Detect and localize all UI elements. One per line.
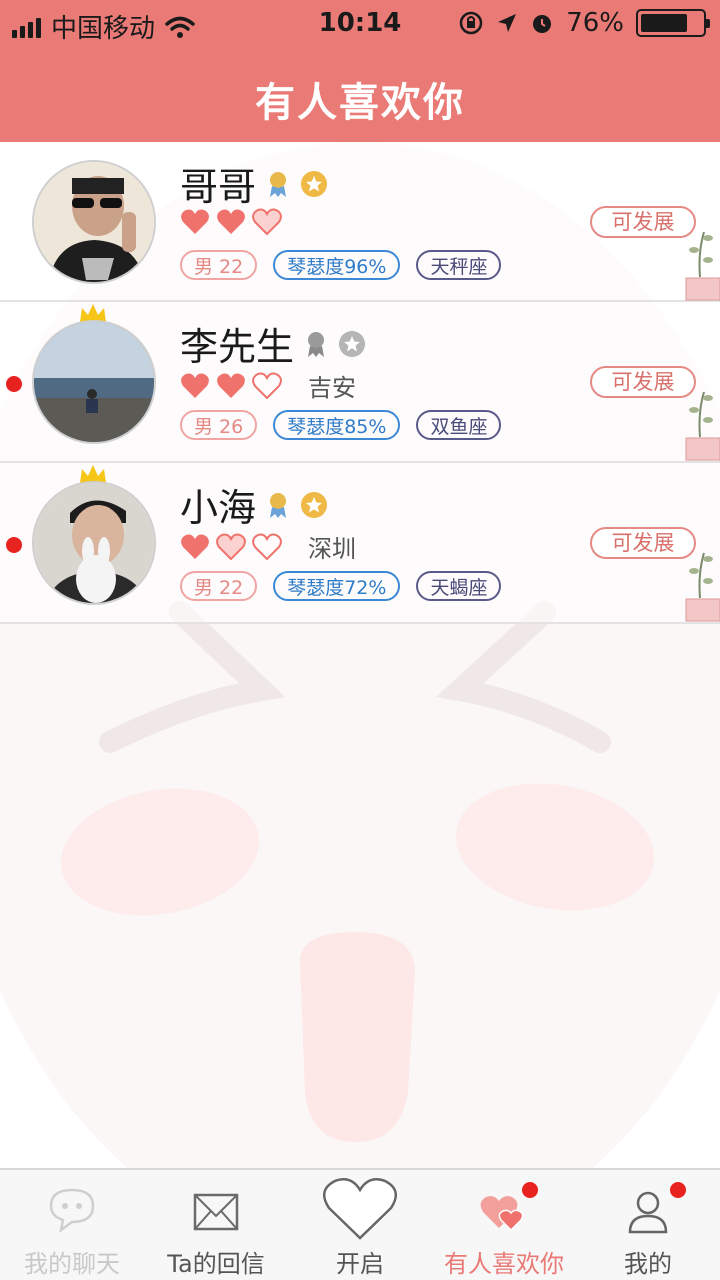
user-name: 李先生 <box>180 325 295 369</box>
medal-icon <box>308 331 325 357</box>
battery-icon <box>636 9 710 37</box>
tab-label: 开启 <box>336 1250 384 1278</box>
unread-dot <box>6 376 22 392</box>
zodiac-tag: 双鱼座 <box>416 410 502 440</box>
battery-percent: 76% <box>566 8 624 38</box>
bottom-tab-bar: 我的聊天 Ta的回信 开启 有人喜欢你 我的 <box>0 1168 720 1280</box>
zodiac-tag: 天秤座 <box>416 250 502 280</box>
heart-full-icon <box>181 373 209 398</box>
heart-rating: 深圳 <box>180 529 356 564</box>
person-icon <box>628 1191 668 1234</box>
chat-bubble-icon <box>49 1188 95 1232</box>
avatar[interactable] <box>32 160 156 284</box>
tab-someone-likes-you[interactable]: 有人喜欢你 <box>432 1170 576 1280</box>
heart-empty-icon <box>252 533 282 560</box>
heart-outline-icon <box>322 1178 398 1240</box>
match-tag: 琴瑟度85% <box>273 410 401 440</box>
heart-rating: 吉安 <box>180 368 356 403</box>
star-badge-icon <box>301 170 328 197</box>
plant-decoration <box>685 552 720 622</box>
list-item[interactable]: 李先生 吉安 男 26 琴瑟度85% 双鱼座 可发展 <box>0 302 720 463</box>
list-item[interactable]: 哥哥 男 22 琴瑟度96% 天秤座 可发展 <box>0 142 720 302</box>
heart-full-icon <box>217 373 245 398</box>
city-label: 深圳 <box>308 535 356 563</box>
envelope-icon <box>193 1193 239 1231</box>
notification-badge <box>670 1182 686 1198</box>
city-label: 吉安 <box>308 374 356 402</box>
tab-label: 我的聊天 <box>24 1250 120 1278</box>
heart-rating <box>180 208 282 236</box>
star-badge-icon <box>339 330 366 357</box>
liker-list: 哥哥 男 22 琴瑟度96% 天秤座 可发展 李先生 吉安 男 26 琴瑟度85… <box>0 142 720 624</box>
heart-full-icon <box>181 534 209 559</box>
double-heart-icon <box>480 1196 524 1232</box>
match-tag: 琴瑟度72% <box>273 571 401 601</box>
heart-empty-icon <box>252 372 282 399</box>
heart-full-icon <box>181 209 209 234</box>
status-bar: 中国移动 10:14 76% <box>0 0 720 46</box>
heart-half-icon <box>252 208 282 236</box>
notification-badge <box>522 1182 538 1198</box>
star-badge-icon <box>301 491 328 518</box>
tab-open[interactable]: 开启 <box>288 1170 432 1280</box>
gender-age-tag: 男 22 <box>180 250 258 280</box>
avatar[interactable] <box>32 481 156 605</box>
page-title: 有人喜欢你 <box>255 80 465 126</box>
list-item[interactable]: 小海 深圳 男 22 琴瑟度72% 天蝎座 可发展 <box>0 463 720 624</box>
medal-icon <box>270 171 287 197</box>
tab-label: Ta的回信 <box>167 1250 265 1278</box>
tab-replies[interactable]: Ta的回信 <box>144 1170 288 1280</box>
rotation-lock-icon <box>459 11 483 35</box>
match-tag: 琴瑟度96% <box>273 250 401 280</box>
battery-fill <box>641 14 687 32</box>
medal-icon <box>270 492 287 518</box>
user-name: 小海 <box>180 486 257 530</box>
gender-age-tag: 男 22 <box>180 571 258 601</box>
tab-me[interactable]: 我的 <box>576 1170 720 1280</box>
top-bar: 中国移动 10:14 76% 有人喜欢你 <box>0 0 720 142</box>
zodiac-tag: 天蝎座 <box>416 571 502 601</box>
gender-age-tag: 男 26 <box>180 410 258 440</box>
tab-my-chats[interactable]: 我的聊天 <box>0 1170 144 1280</box>
location-arrow-icon <box>498 14 517 32</box>
tab-label: 我的 <box>624 1250 672 1278</box>
plant-decoration <box>685 231 720 301</box>
tab-label: 有人喜欢你 <box>444 1250 564 1278</box>
plant-decoration <box>685 391 720 461</box>
alarm-icon <box>533 15 552 33</box>
unread-dot <box>6 537 22 553</box>
user-name: 哥哥 <box>180 165 257 209</box>
heart-half-icon <box>216 533 246 560</box>
avatar[interactable] <box>32 320 156 444</box>
heart-full-icon <box>217 209 245 234</box>
